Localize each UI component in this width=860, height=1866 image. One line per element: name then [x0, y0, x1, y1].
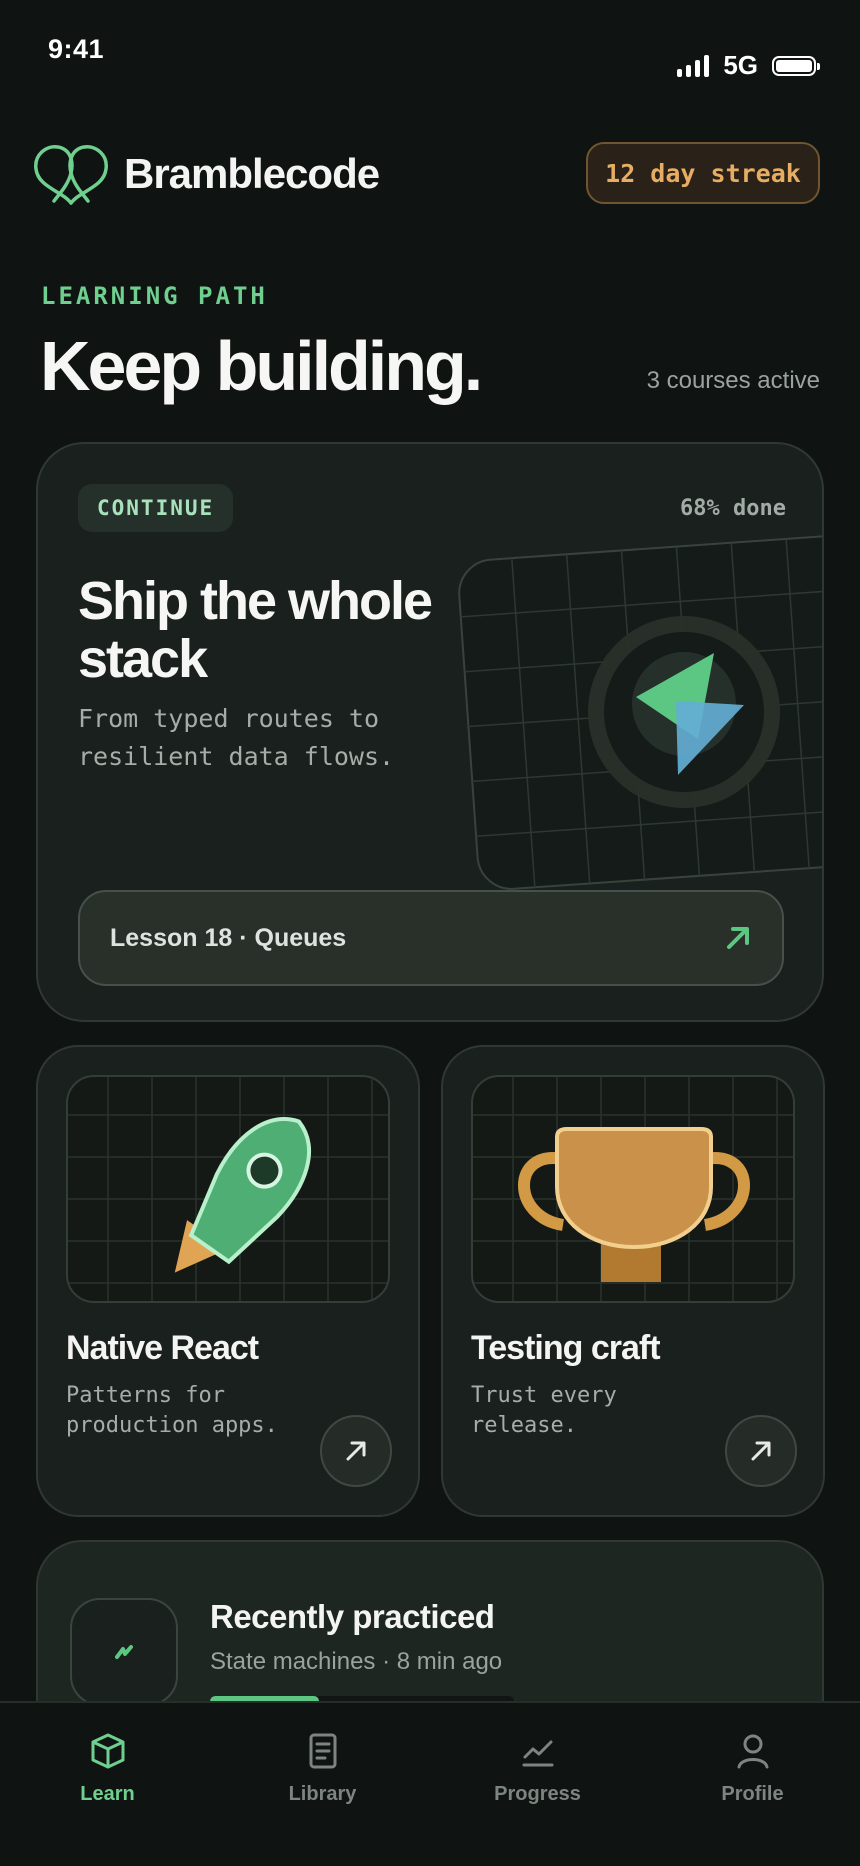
course-subtitle: From typed routes to resilient data flow… [78, 704, 395, 771]
course-card-native-react[interactable]: Native React Patterns for production app… [36, 1045, 420, 1517]
bramble-logo-icon [34, 145, 108, 205]
course-card-subtitle: Trust every release. [471, 1383, 617, 1438]
lightning-icon [70, 1598, 178, 1706]
course-card-title: Native React [66, 1329, 259, 1367]
tab-profile[interactable]: Profile [645, 1703, 860, 1866]
recent-subtitle: State machines · 8 min ago [210, 1648, 503, 1675]
next-lesson-label: Lesson 18 · Queues [110, 923, 347, 952]
tab-label: Profile [721, 1783, 784, 1805]
section-eyebrow: LEARNING PATH [41, 282, 268, 310]
open-course-button[interactable] [725, 1415, 797, 1487]
streak-badge[interactable]: 12 day streak [586, 142, 820, 204]
rocket-illustration [66, 1075, 390, 1303]
battery-icon [772, 55, 820, 76]
open-course-button[interactable] [320, 1415, 392, 1487]
tab-bar: Learn Library Progress Profile [0, 1701, 860, 1866]
recent-title: Recently practiced [210, 1598, 495, 1635]
document-icon [309, 1733, 336, 1769]
tab-label: Library [288, 1783, 357, 1805]
page-title: Keep building. [40, 327, 483, 405]
course-card-testing-craft[interactable]: Testing craft Trust every release. [441, 1045, 825, 1517]
arrow-up-right-icon [346, 1441, 366, 1461]
course-card-title: Testing craft [471, 1329, 661, 1367]
course-grid-illustration [458, 535, 822, 890]
continue-course-card[interactable]: CONTINUE 68% done Ship the whole stack F… [36, 442, 824, 1022]
network-label: 5G [723, 50, 758, 80]
status-time: 9:41 [48, 34, 105, 64]
person-icon [737, 1734, 768, 1769]
rocket-icon [174, 1117, 311, 1273]
cube-icon [91, 1733, 124, 1769]
arrow-up-right-icon [751, 1441, 771, 1461]
next-lesson-button[interactable]: Lesson 18 · Queues [78, 890, 784, 986]
arrow-up-right-icon [727, 927, 749, 949]
signal-icon [677, 54, 710, 77]
course-title: Ship the whole stack [78, 571, 433, 689]
tab-library[interactable]: Library [215, 1703, 430, 1866]
active-courses-count: 3 courses active [646, 367, 820, 394]
continue-chip: CONTINUE [78, 484, 234, 532]
brand: Bramblecode [32, 143, 380, 205]
trophy-illustration [471, 1075, 795, 1303]
tab-label: Progress [494, 1783, 581, 1805]
tab-progress[interactable]: Progress [430, 1703, 645, 1866]
course-card-subtitle: Patterns for production apps. [66, 1383, 278, 1438]
brand-name: Bramblecode [124, 150, 380, 197]
course-progress-label: 68% done [680, 496, 786, 521]
tab-label: Learn [80, 1783, 135, 1805]
status-indicators: 5G [677, 50, 820, 81]
chart-icon [522, 1740, 553, 1767]
tab-learn[interactable]: Learn [0, 1703, 215, 1866]
